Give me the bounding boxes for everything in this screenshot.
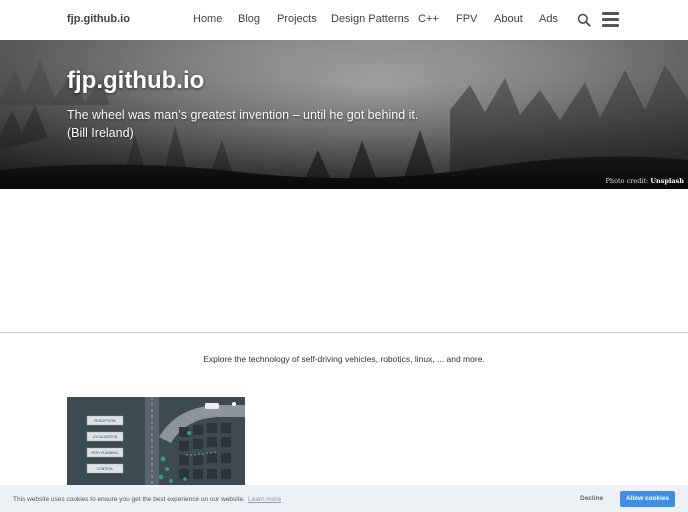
self-driving-illustration: PERCEPTION LOCALIZATION PATH PLANNING CO… xyxy=(67,397,245,487)
nav-link-ads[interactable]: Ads xyxy=(539,13,558,25)
learn-more-link[interactable]: Learn more xyxy=(248,496,281,503)
post-thumbnail-self-driving[interactable]: PERCEPTION LOCALIZATION PATH PLANNING CO… xyxy=(67,397,245,487)
decline-cookies-button[interactable]: Decline xyxy=(580,495,603,502)
photo-credit: Photo credit: Unsplash xyxy=(606,177,684,185)
search-icon[interactable] xyxy=(577,13,591,27)
allow-cookies-button[interactable]: Allow cookies xyxy=(620,491,675,507)
photo-credit-prefix: Photo credit: xyxy=(605,177,651,185)
cookie-message: This website uses cookies to ensure you … xyxy=(13,496,281,503)
label-localization: LOCALIZATION xyxy=(93,435,118,439)
cookie-message-text: This website uses cookies to ensure you … xyxy=(13,496,245,503)
top-navbar: fjp.github.io Home Blog Projects Design … xyxy=(0,0,688,40)
hamburger-menu-icon[interactable] xyxy=(602,12,619,27)
nav-link-fpv[interactable]: FPV xyxy=(456,13,477,25)
label-perception: PERCEPTION xyxy=(94,419,116,423)
nav-link-home[interactable]: Home xyxy=(193,13,222,25)
page: fjp.github.io Home Blog Projects Design … xyxy=(0,0,688,512)
label-control: CONTROL xyxy=(97,467,114,471)
hero-quote: The wheel was man’s greatest invention –… xyxy=(67,108,419,140)
section-divider xyxy=(0,332,688,333)
hero-banner: fjp.github.io The wheel was man’s greate… xyxy=(0,40,688,189)
nav-link-blog[interactable]: Blog xyxy=(238,13,260,25)
nav-link-projects[interactable]: Projects xyxy=(277,13,317,25)
hero-title: fjp.github.io xyxy=(67,67,205,94)
label-path-planning: PATH PLANNING xyxy=(91,451,119,455)
nav-link-about[interactable]: About xyxy=(494,13,523,25)
site-tagline: Explore the technology of self-driving v… xyxy=(203,354,485,364)
nav-link-cpp[interactable]: C++ xyxy=(418,13,439,25)
photo-credit-source-link[interactable]: Unsplash xyxy=(650,177,684,185)
nav-link-design-patterns[interactable]: Design Patterns xyxy=(331,13,409,25)
cookie-consent-banner: This website uses cookies to ensure you … xyxy=(0,485,688,512)
